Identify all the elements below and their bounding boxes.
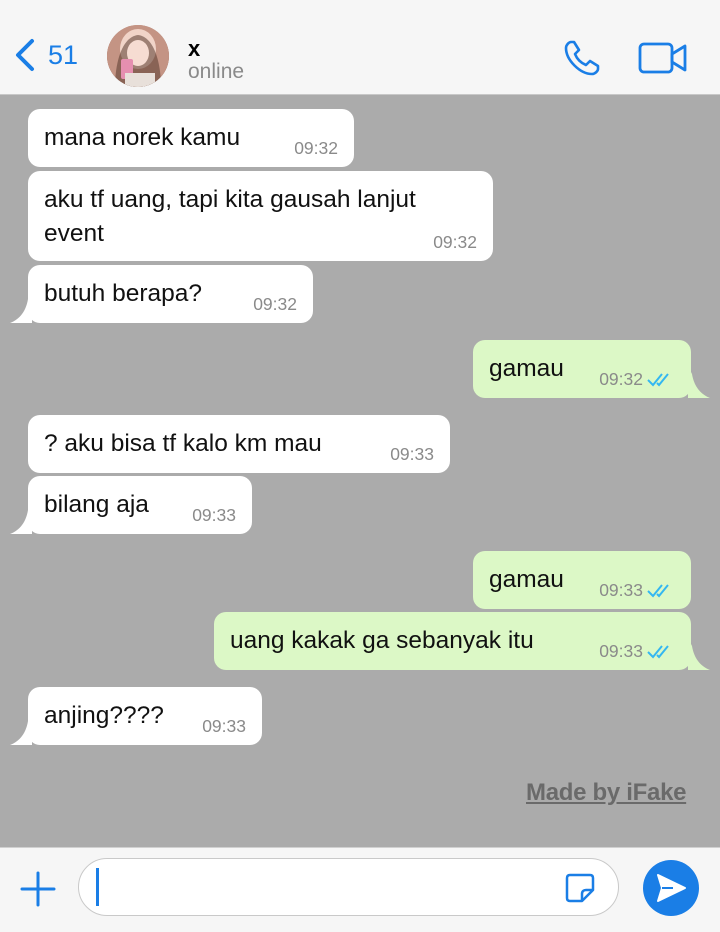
back-button[interactable]: 51 — [14, 38, 78, 72]
message-text: uang kakak ga sebanyak itu — [230, 627, 534, 654]
message-bubble-incoming[interactable]: aku tf uang, tapi kita gausah lanjut eve… — [28, 171, 493, 261]
video-camera-icon — [638, 42, 687, 74]
message-text: aku tf uang, tapi kita gausah lanjut eve… — [44, 186, 416, 247]
message-time: 09:33 — [599, 641, 643, 661]
sticker-icon — [565, 873, 595, 903]
message-bubble-outgoing[interactable]: gamau 09:33 — [473, 551, 691, 609]
send-button[interactable] — [643, 860, 699, 916]
message-bubble-outgoing[interactable]: uang kakak ga sebanyak itu 09:33 — [214, 612, 691, 670]
message-text: gamau — [489, 566, 564, 593]
message-time: 09:33 — [390, 444, 434, 464]
message-text: anjing???? — [44, 702, 164, 729]
send-icon — [657, 874, 686, 902]
video-call-button[interactable] — [638, 40, 688, 76]
message-bubble-outgoing[interactable]: gamau 09:32 — [473, 340, 691, 398]
watermark: Made by iFake — [526, 779, 687, 806]
input-bar — [0, 847, 720, 932]
message-bubble-incoming[interactable]: bilang aja 09:33 — [28, 476, 252, 534]
message-input[interactable] — [78, 858, 619, 916]
message-time: 09:33 — [599, 580, 643, 600]
message-bubble-incoming[interactable]: mana norek kamu 09:32 — [28, 109, 354, 167]
message-time: 09:32 — [599, 369, 643, 389]
contact-name[interactable]: x — [188, 36, 200, 62]
bubble-tail — [10, 502, 32, 534]
double-check-icon — [647, 373, 669, 387]
chat-header: 51 x online — [0, 0, 720, 95]
message-bubble-incoming[interactable]: anjing???? 09:33 — [28, 687, 262, 745]
attach-button[interactable] — [20, 871, 56, 907]
message-time: 09:32 — [294, 138, 338, 158]
contact-status: online — [188, 60, 245, 83]
message-text: mana norek kamu — [44, 124, 241, 151]
message-text: ? aku bisa tf kalo km mau — [44, 430, 322, 457]
text-caret — [96, 868, 99, 906]
message-meta: 09:32 — [599, 370, 675, 388]
message-text: gamau — [489, 355, 564, 382]
message-meta: 09:33 — [599, 581, 675, 599]
message-time: 09:32 — [433, 232, 477, 252]
avatar[interactable] — [107, 25, 169, 87]
message-text: butuh berapa? — [44, 280, 203, 307]
bubble-tail — [688, 366, 710, 398]
double-check-icon — [647, 645, 669, 659]
chevron-left-icon — [16, 39, 34, 71]
double-check-icon — [647, 584, 669, 598]
message-time: 09:33 — [202, 716, 246, 736]
phone-icon — [564, 40, 600, 76]
bubble-tail — [10, 291, 32, 323]
bubble-tail — [688, 638, 710, 670]
plus-icon — [20, 871, 56, 907]
message-list[interactable]: mana norek kamu 09:32 aku tf uang, tapi … — [0, 95, 720, 847]
avatar-photo — [107, 25, 169, 87]
voice-call-button[interactable] — [562, 38, 602, 78]
unread-count: 51 — [48, 39, 79, 70]
bubble-tail — [10, 713, 32, 745]
message-time: 09:32 — [253, 294, 297, 314]
sticker-button[interactable] — [564, 872, 596, 904]
message-time: 09:33 — [192, 505, 236, 525]
message-meta: 09:33 — [599, 642, 675, 660]
message-bubble-incoming[interactable]: butuh berapa? 09:32 — [28, 265, 313, 323]
message-bubble-incoming[interactable]: ? aku bisa tf kalo km mau 09:33 — [28, 415, 450, 473]
message-text: bilang aja — [44, 491, 149, 518]
